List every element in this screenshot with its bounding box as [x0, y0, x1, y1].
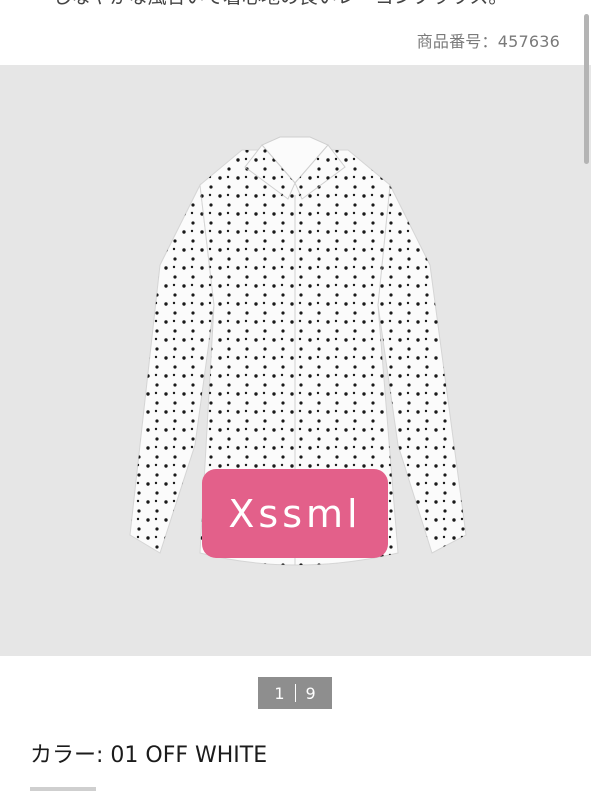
product-code-value: 457636 — [497, 32, 560, 51]
page-scrollbar[interactable] — [584, 14, 589, 164]
product-image-carousel[interactable]: Xssml 1 9 — [0, 65, 591, 709]
pager-separator — [294, 684, 296, 702]
color-value: 01 OFF WHITE — [110, 743, 268, 768]
color-selection: カラー: 01 OFF WHITE — [30, 741, 267, 771]
color-swatch-indicator[interactable] — [30, 787, 96, 791]
product-code-label: 商品番号： — [416, 32, 498, 51]
size-overlay-badge: Xssml — [202, 469, 388, 558]
image-pager: 1 9 — [258, 677, 332, 709]
pager-current: 1 — [274, 683, 285, 703]
product-code: 商品番号：457636 — [417, 30, 560, 54]
pager-total: 9 — [305, 683, 316, 703]
color-label: カラー: — [30, 743, 111, 768]
product-image — [129, 136, 467, 566]
description-text: しなやかな風合いで着心地の良いレーヨンブラウス。 — [0, 0, 560, 10]
